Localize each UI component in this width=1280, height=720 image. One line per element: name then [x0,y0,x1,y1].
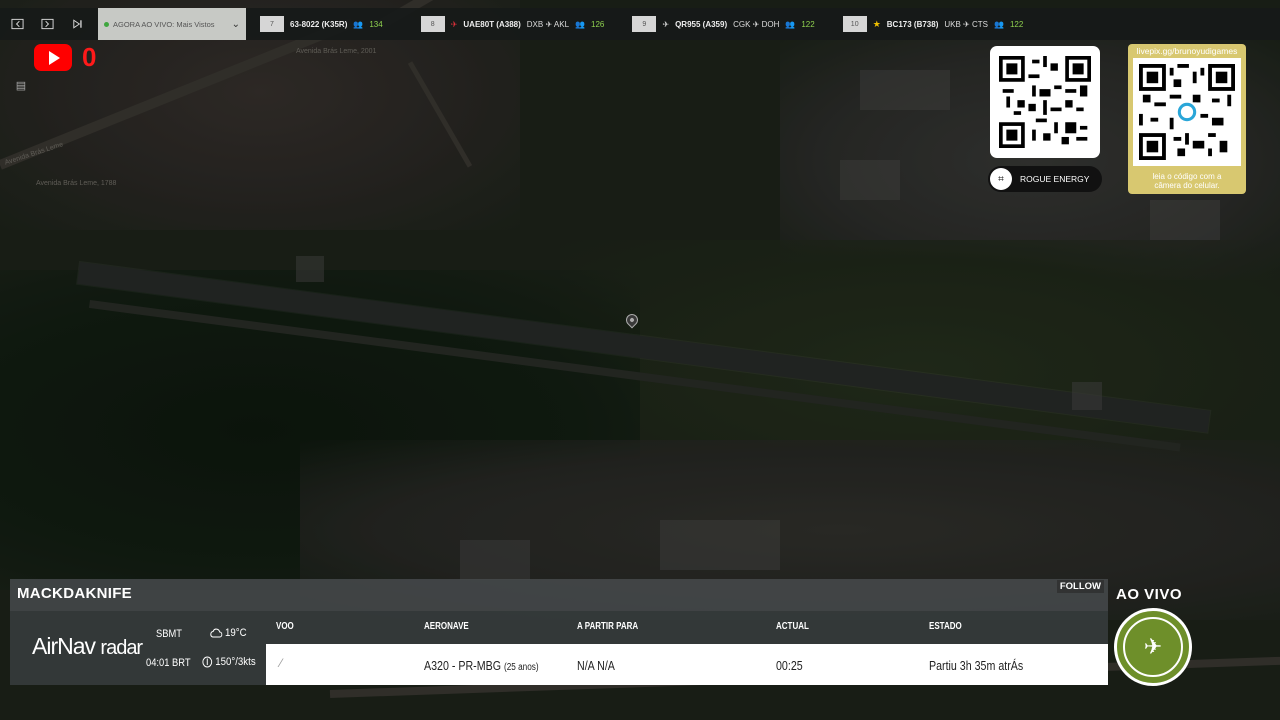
plane-white-icon: ✈ [662,19,670,29]
qr-scan-icon: ⌗ [990,168,1012,190]
qr-code-icon [1139,64,1235,160]
live-view-dropdown[interactable]: AGORA AO VIVO: Mais Vistos ⌄ [98,8,246,40]
sponsor-badge: ⌗ ROGUE ENERGY [988,166,1102,192]
cloud-icon [210,628,223,638]
sponsor-qr-code [990,46,1100,158]
column-header-status: ESTADO [929,621,962,632]
ticker-rank: 9 [632,16,657,32]
wind-value: 150°/3kts [215,656,256,668]
airplane-emblem-icon: ✈ [1123,617,1183,677]
ticker-item[interactable]: 7 63-8022 (K35R) 👥 134 [260,16,383,32]
star-icon: ★ [872,18,881,29]
ticker-rank: 10 [842,16,867,32]
ticker-item[interactable]: 9 ✈ QR955 (A359) CGK ✈ DOH 👥 122 [632,16,815,32]
flight-row[interactable]: ⁄ A320 - PR-MBG (25 anos) N/A N/A 00:25 … [266,644,1108,685]
ticker-route: UKB ✈ CTS [944,19,988,29]
ticker-rank: 7 [260,16,284,32]
column-header-actual: ACTUAL [776,621,809,632]
panel-body: AirNav radar SBMT 04:01 BRT 19°C 150°/3k… [10,611,1108,685]
brand-main: AirNav [32,633,96,659]
collapse-panel-button[interactable] [4,14,30,34]
ticker-count: 122 [1009,19,1024,29]
ticker-count: 122 [801,19,815,29]
live-dot-icon [104,21,109,27]
youtube-counter: 0 [82,42,97,72]
temperature: 19°C [210,626,247,639]
live-dropdown-label: AGORA AO VIVO: Mais Vistos [113,19,215,29]
livepix-qr-card: livepix.gg/brunoyudigames leia o código … [1128,44,1246,194]
ticker-route: CGK ✈ DOH [733,19,780,29]
panel-header: MACKDAKNIFE FOLLOW [10,579,1108,611]
column-header-flight: VOO [276,621,294,632]
ticker-item[interactable]: 8 ✈ UAE80T (A388) DXB ✈ AKL 👥 126 [420,16,605,32]
airline-logo-icon: ⁄ [280,656,283,670]
follow-label[interactable]: FOLLOW [1056,580,1104,593]
layers-button[interactable]: ▤ [10,74,32,96]
livepix-caption-line: leia o código com a [1152,172,1222,181]
status-cell: Partiu 3h 35m atrÁs [929,658,1024,673]
actual-cell: 00:25 [776,658,803,673]
viewers-icon: 👥 [993,19,1004,29]
temperature-value: 19°C [224,626,247,639]
ticker-flight: QR955 (A359) [675,19,728,29]
ticker-flight: BC173 (B738) [886,19,939,29]
wind: 150°/3kts [202,656,256,668]
live-label: AO VIVO [1116,586,1183,603]
column-header-aircraft: AERONAVE [424,621,469,632]
aircraft-age: (25 anos) [503,662,539,673]
aircraft-value: A320 - PR-MBG [424,658,502,673]
ticker-flight: 63-8022 (K35R) [290,19,348,29]
ticker-count: 126 [591,19,605,29]
expand-icon [40,18,54,30]
youtube-icon [34,44,72,71]
chevron-down-icon: ⌄ [231,18,240,30]
viewers-icon: 👥 [353,19,364,29]
collapse-icon [10,18,24,30]
brand-sub: radar [100,637,143,659]
top-ticker-bar: AGORA AO VIVO: Mais Vistos ⌄ 7 63-8022 (… [0,8,1280,40]
ticker-item[interactable]: 10 ★ BC173 (B738) UKB ✈ CTS 👥 122 [842,16,1024,32]
expand-panel-button[interactable] [34,14,60,34]
local-time: 04:01 BRT [146,657,191,669]
ticker-route: DXB ✈ AKL [526,19,570,29]
airport-code: SBMT [156,628,182,640]
aircraft-cell: A320 - PR-MBG (25 anos) [424,658,539,673]
layers-icon: ▤ [15,79,27,92]
skip-next-button[interactable] [64,14,90,34]
column-header-departing: A PARTIR PARA [577,621,639,632]
livepix-url: livepix.gg/brunoyudigames [1136,46,1238,56]
flight-info-panel: MACKDAKNIFE FOLLOW AirNav radar SBMT 04:… [10,579,1108,685]
ticker-rank: 8 [420,16,445,32]
streamer-username: MACKDAKNIFE [17,585,132,602]
sponsor-label: ROGUE ENERGY [1020,174,1090,184]
departing-cell: N/A N/A [577,658,615,673]
plane-red-icon: ✈ [450,19,458,29]
channel-badge: ✈ [1114,608,1192,686]
ticker-count: 134 [369,19,383,29]
airnav-logo: AirNav radar [32,633,143,660]
wind-compass-icon [202,656,213,668]
skip-next-icon [72,19,82,29]
livepix-caption: leia o código com a câmera do celular. [1128,172,1246,190]
livepix-caption-line: câmera do celular. [1154,181,1220,190]
qr-code-icon [999,56,1091,148]
viewers-icon: 👥 [785,19,796,29]
livepix-qr-code [1133,58,1241,166]
ticker-flight: UAE80T (A388) [463,19,521,29]
viewers-icon: 👥 [575,19,586,29]
